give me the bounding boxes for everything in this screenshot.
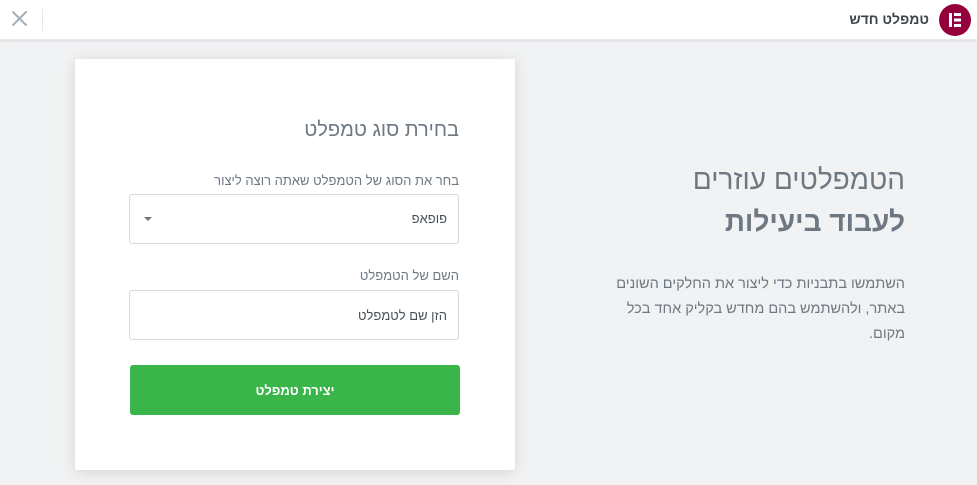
caret-down-icon	[144, 217, 152, 221]
template-name-label: השם של הטמפלט	[359, 268, 459, 283]
header-divider	[42, 9, 43, 31]
modal-title: טמפלט חדש	[849, 11, 929, 27]
close-button[interactable]	[9, 8, 31, 30]
template-type-value: פופאפ	[411, 211, 447, 226]
form-title: בחירת סוג טמפלט	[304, 119, 459, 141]
modal-header: טמפלט חדש	[0, 0, 977, 40]
template-type-label: בחר את הסוג של הטמפלט שאתה רוצה ליצור	[214, 173, 459, 188]
intro-description: השתמשו בתבניות כדי ליצור את החלקים השוני…	[616, 276, 905, 342]
template-type-select[interactable]: פופאפ	[129, 194, 459, 244]
new-template-form: בחירת סוג טמפלט בחר את הסוג של הטמפלט שא…	[75, 59, 515, 470]
create-template-button[interactable]: יצירת טמפלט	[130, 365, 460, 415]
close-icon	[12, 11, 27, 26]
elementor-logo-icon	[939, 4, 971, 36]
template-name-input[interactable]	[129, 290, 459, 340]
intro-heading-strong: לעבוד ביעילות	[724, 206, 905, 237]
intro-heading: הטמפלטים עוזרים	[692, 164, 905, 195]
